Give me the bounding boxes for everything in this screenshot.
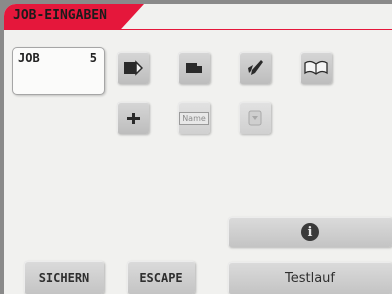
- open-book-button[interactable]: [300, 52, 332, 84]
- info-button[interactable]: i: [228, 217, 392, 247]
- plus-icon: [127, 113, 140, 124]
- insert-icon: [186, 63, 202, 73]
- escape-button[interactable]: ESCAPE: [127, 261, 195, 294]
- page-title: JOB-EINGABEN: [13, 8, 107, 23]
- title-bar: JOB-EINGABEN: [4, 4, 144, 30]
- job-label: JOB: [18, 51, 40, 65]
- disabled-option-button: [239, 102, 271, 134]
- save-button[interactable]: SICHERN: [24, 261, 104, 294]
- fold-icon: [124, 60, 143, 76]
- title-divider: [4, 29, 392, 30]
- seal-icon: [248, 60, 263, 75]
- insert-button[interactable]: [178, 52, 210, 84]
- seal-button[interactable]: [239, 52, 271, 84]
- test-run-button[interactable]: Testlauf: [228, 262, 392, 294]
- open-book-icon: [304, 60, 328, 75]
- name-button[interactable]: Name: [178, 102, 210, 134]
- add-button[interactable]: [117, 102, 149, 134]
- name-icon: Name: [179, 111, 209, 125]
- info-icon: i: [301, 223, 319, 241]
- disabled-icon: [248, 110, 262, 126]
- job-input-screen: JOB-EINGABEN JOB 5 Name i SICHERN ESCAPE…: [4, 4, 392, 294]
- job-number: 5: [89, 51, 97, 65]
- fold-button[interactable]: [117, 52, 149, 84]
- job-selector[interactable]: JOB 5: [12, 47, 105, 95]
